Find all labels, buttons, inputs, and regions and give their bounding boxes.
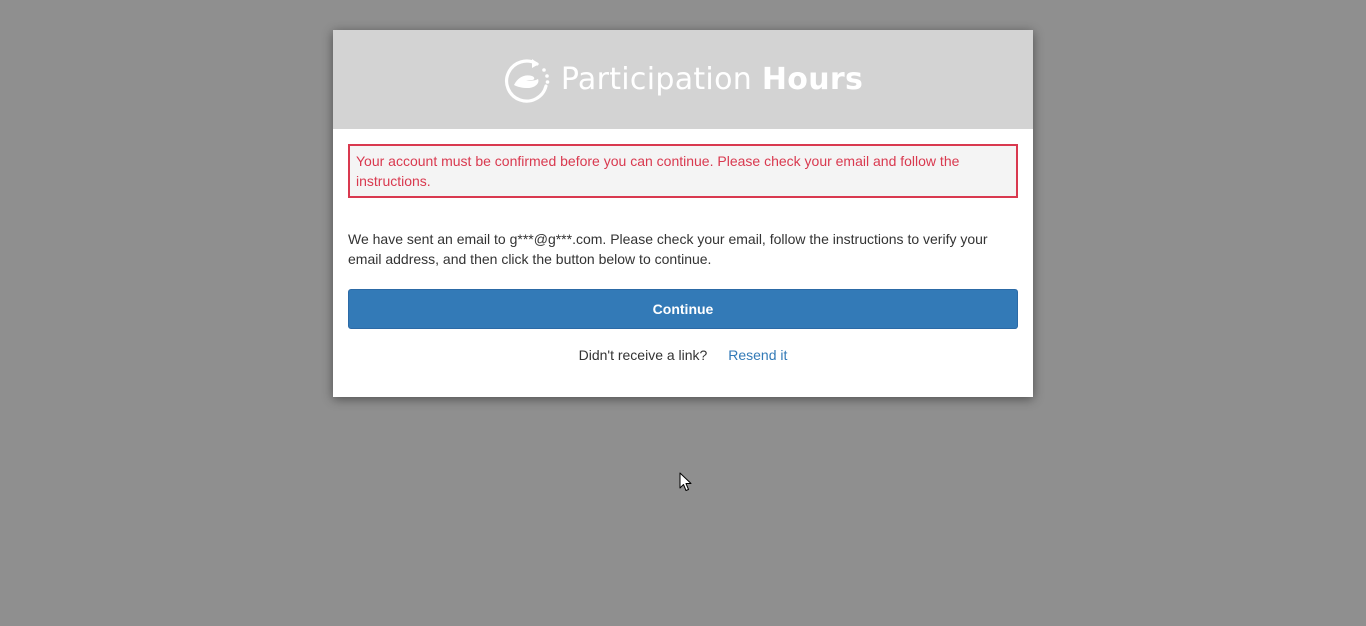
resend-link[interactable]: Resend it <box>728 347 787 363</box>
brand-name-light: Participation <box>560 62 762 97</box>
resend-row: Didn't receive a link? Resend it <box>348 347 1018 363</box>
brand-name: Participation Hours <box>561 62 863 97</box>
hand-cycle-icon <box>504 58 550 103</box>
card-header: Participation Hours <box>333 30 1033 129</box>
resend-question: Didn't receive a link? <box>578 347 708 363</box>
error-alert: Your account must be confirmed before yo… <box>348 144 1018 198</box>
brand-name-bold: Hours <box>761 62 864 97</box>
verification-message: We have sent an email to g***@g***.com. … <box>348 231 988 267</box>
continue-button[interactable]: Continue <box>348 289 1018 329</box>
brand-logo: Participation Hours <box>501 55 863 105</box>
mouse-cursor-icon <box>679 472 692 491</box>
confirmation-card: Participation Hours Your account must be… <box>333 30 1033 397</box>
card-body: Your account must be confirmed before yo… <box>333 129 1033 363</box>
